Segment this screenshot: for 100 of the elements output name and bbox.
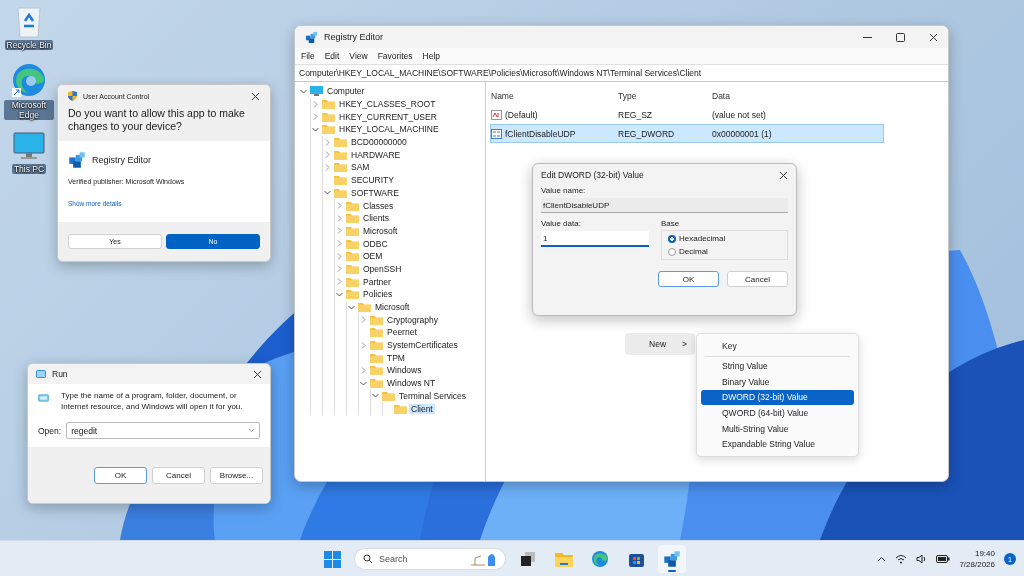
- value-row[interactable]: (Default) REG_SZ (value not set): [490, 105, 884, 124]
- tree-item[interactable]: Computer: [325, 86, 367, 97]
- task-view-icon[interactable]: [520, 551, 536, 567]
- clock[interactable]: 19:40 7/28/2026: [959, 548, 995, 570]
- chevron-right-icon[interactable]: [323, 137, 332, 147]
- close-icon[interactable]: [253, 369, 262, 379]
- tree-item[interactable]: Microsoft: [361, 225, 400, 236]
- menu-item[interactable]: Key: [701, 338, 854, 354]
- tree-item[interactable]: OpenSSH: [361, 263, 404, 274]
- menu-item[interactable]: Help: [422, 51, 441, 61]
- menu-item[interactable]: Edit: [324, 51, 340, 61]
- chevron-right-icon[interactable]: [311, 112, 320, 122]
- tree-item[interactable]: SOFTWARE: [349, 187, 401, 198]
- tree-item[interactable]: Windows: [385, 365, 424, 376]
- folder-icon: [394, 403, 407, 414]
- column-header[interactable]: Type: [618, 90, 712, 101]
- chevron-right-icon[interactable]: [359, 340, 368, 350]
- app-name: Registry Editor: [92, 155, 152, 165]
- desktop-icon-label[interactable]: Microsoft Edge: [4, 100, 54, 120]
- chevron-right-icon[interactable]: [335, 264, 344, 274]
- close-icon[interactable]: [251, 91, 260, 101]
- open-combobox[interactable]: regedit: [66, 422, 260, 439]
- edge-icon[interactable]: [591, 550, 609, 568]
- tree-item[interactable]: SECURITY: [349, 175, 396, 186]
- taskbar-app[interactable]: [658, 545, 686, 573]
- value-data-field[interactable]: 1: [541, 231, 649, 247]
- close-icon[interactable]: [779, 170, 788, 180]
- recycle-bin-icon[interactable]: [14, 4, 44, 38]
- chevron-right-icon[interactable]: [359, 315, 368, 325]
- menu-item[interactable]: String Value: [701, 358, 854, 375]
- column-header[interactable]: Name: [491, 90, 618, 101]
- menu-item[interactable]: View: [349, 51, 368, 61]
- search-highlight-drawing[interactable]: [469, 551, 497, 567]
- registry-icon: [663, 550, 681, 568]
- menu-item[interactable]: Multi-String Value: [701, 420, 854, 437]
- tree-item[interactable]: Windows NT: [385, 378, 438, 389]
- maximize-icon[interactable]: [896, 32, 905, 42]
- tree-item[interactable]: HKEY_LOCAL_MACHINE: [337, 124, 441, 135]
- folder-icon: [370, 365, 383, 376]
- tree-item[interactable]: HKEY_CURRENT_USER: [337, 111, 439, 122]
- radio-button[interactable]: [668, 234, 676, 243]
- column-header[interactable]: Data: [712, 90, 882, 101]
- radio-button[interactable]: [668, 247, 676, 256]
- tree-item[interactable]: HARDWARE: [349, 149, 403, 160]
- menu-item[interactable]: Binary Value: [701, 374, 854, 390]
- tree-item[interactable]: Microsoft: [373, 302, 412, 313]
- folder-icon: [334, 187, 347, 198]
- menu-item[interactable]: QWORD (64-bit) Value: [701, 405, 854, 421]
- chevron-up-icon[interactable]: [877, 556, 887, 562]
- tree-item[interactable]: Peernet: [385, 327, 419, 338]
- chevron-right-icon[interactable]: [335, 239, 344, 249]
- chevron-right-icon[interactable]: [323, 150, 332, 160]
- dialog-button[interactable]: Browse...: [210, 466, 263, 484]
- chevron-right-icon[interactable]: [311, 99, 320, 109]
- radio-label[interactable]: Hexadecimal: [679, 234, 726, 243]
- chevron-right-icon[interactable]: [335, 226, 344, 236]
- tree-item[interactable]: Partner: [361, 276, 393, 287]
- chevron-right-icon[interactable]: [335, 201, 344, 211]
- search-icon: [363, 554, 373, 564]
- battery-icon[interactable]: [936, 555, 951, 563]
- value-row[interactable]: fClientDisableUDP REG_DWORD 0x00000001 (1): [490, 124, 884, 143]
- tree-item[interactable]: OEM: [361, 251, 385, 262]
- close-icon[interactable]: [929, 32, 938, 42]
- tree-item[interactable]: HKEY_CLASSES_ROOT: [337, 99, 438, 110]
- monitor-icon[interactable]: [13, 132, 45, 162]
- dialog-button[interactable]: Cancel: [152, 466, 205, 484]
- dialog-button[interactable]: OK: [94, 466, 147, 484]
- chevron-right-icon[interactable]: [323, 162, 332, 172]
- speaker-icon[interactable]: [916, 554, 928, 564]
- chevron-right-icon[interactable]: [335, 251, 344, 261]
- tree-item[interactable]: Policies: [361, 289, 395, 300]
- chevron-right-icon[interactable]: [335, 213, 344, 223]
- menu-item[interactable]: New >: [625, 333, 695, 355]
- menu-item[interactable]: Favorites: [377, 51, 413, 61]
- dialog-button[interactable]: OK: [658, 271, 719, 287]
- menu-item[interactable]: File: [301, 51, 315, 61]
- radio-label[interactable]: Decimal: [679, 247, 708, 256]
- tree-item[interactable]: Client: [409, 403, 435, 414]
- tree-item[interactable]: Classes: [361, 200, 396, 211]
- tree-item[interactable]: BCD00000000: [349, 137, 409, 148]
- window-title: Registry Editor: [324, 32, 384, 42]
- menu-item[interactable]: Expandable String Value: [701, 436, 854, 452]
- tree-item[interactable]: ODBC: [361, 238, 390, 249]
- tree-item[interactable]: TPM: [385, 352, 407, 363]
- value-name-field[interactable]: fClientDisableUDP: [541, 198, 788, 213]
- chevron-right-icon[interactable]: [335, 277, 344, 287]
- tree-item[interactable]: SystemCertificates: [385, 340, 460, 351]
- address-bar[interactable]: Computer\HKEY_LOCAL_MACHINE\SOFTWARE\Policies\Microsoft\Windows NT\Terminal Services\Client: [295, 64, 948, 82]
- wifi-icon[interactable]: [895, 554, 908, 564]
- dropdown-caret-icon[interactable]: [248, 428, 255, 433]
- tree-item[interactable]: SAM: [349, 162, 372, 173]
- menu-item[interactable]: DWORD (32-bit) Value: [701, 389, 854, 406]
- tree-item[interactable]: Clients: [361, 213, 391, 224]
- tree-item[interactable]: Cryptography: [385, 314, 441, 325]
- edge-icon[interactable]: [11, 62, 47, 98]
- dialog-button[interactable]: Cancel: [727, 271, 788, 287]
- tree-item[interactable]: Terminal Services: [397, 390, 469, 401]
- search-field[interactable]: Search: [354, 548, 506, 570]
- folder-icon[interactable]: [555, 551, 573, 567]
- chevron-right-icon[interactable]: [359, 365, 368, 375]
